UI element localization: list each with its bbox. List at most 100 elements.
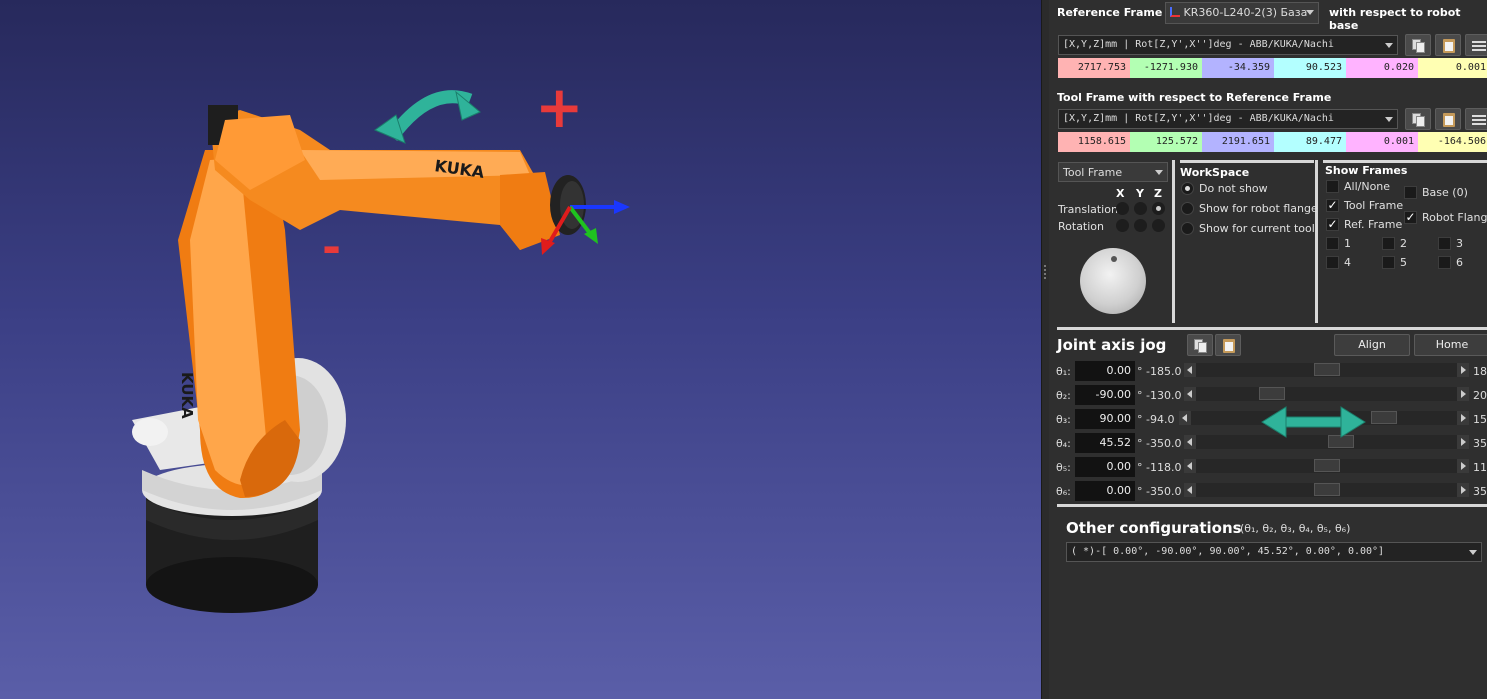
tool-frame-title: Tool Frame with respect to Reference Fra… xyxy=(1057,91,1332,104)
paste-tool-button[interactable] xyxy=(1435,108,1461,130)
jog-dial[interactable] xyxy=(1080,248,1146,314)
slider-right-arrow-icon[interactable] xyxy=(1457,411,1469,425)
rotation-x-radio[interactable] xyxy=(1116,219,1129,232)
tool-y-value[interactable]: 125.572 xyxy=(1130,132,1202,152)
frame-3-checkbox[interactable] xyxy=(1438,237,1451,250)
translation-x-radio[interactable] xyxy=(1116,202,1129,215)
paste-reference-button[interactable] xyxy=(1435,34,1461,56)
tool-rz-value[interactable]: 89.477 xyxy=(1274,132,1346,152)
tool-ry-value[interactable]: 0.001 xyxy=(1346,132,1418,152)
ref-rz-value[interactable]: 90.523 xyxy=(1274,58,1346,78)
workspace-option-label[interactable]: Do not show xyxy=(1199,182,1268,195)
rotation-y-radio[interactable] xyxy=(1134,219,1147,232)
joint-value-input[interactable]: -90.00 xyxy=(1075,385,1135,405)
all-none-label[interactable]: All/None xyxy=(1344,180,1390,193)
tool-z-value[interactable]: 2191.651 xyxy=(1202,132,1274,152)
frame-5-checkbox[interactable] xyxy=(1382,256,1395,269)
slider-left-arrow-icon[interactable] xyxy=(1184,363,1196,377)
frame-axes-icon xyxy=(1170,7,1180,17)
slider-left-arrow-icon[interactable] xyxy=(1184,387,1196,401)
joint-slider-track[interactable] xyxy=(1196,387,1457,401)
rotation-z-radio[interactable] xyxy=(1152,219,1165,232)
align-button[interactable]: Align xyxy=(1334,334,1410,356)
rotation-label: Rotation xyxy=(1058,220,1105,233)
home-button[interactable]: Home xyxy=(1414,334,1487,356)
reference-frame-select[interactable]: KR360-L240-2(3) База xyxy=(1165,2,1319,24)
joint-value-input[interactable]: 90.00 xyxy=(1075,409,1135,429)
paste-joints-button[interactable] xyxy=(1215,334,1241,356)
workspace-option-radio[interactable] xyxy=(1181,202,1194,215)
tool-frame-checkbox[interactable]: ✓ xyxy=(1326,199,1339,212)
slider-left-arrow-icon[interactable] xyxy=(1184,483,1196,497)
copy-joints-button[interactable] xyxy=(1187,334,1213,356)
frame-1-checkbox[interactable] xyxy=(1326,237,1339,250)
frame-2-label[interactable]: 2 xyxy=(1400,237,1407,250)
other-configs-title: Other configurations xyxy=(1066,519,1242,537)
ref-ry-value[interactable]: 0.020 xyxy=(1346,58,1418,78)
workspace-option-label[interactable]: Show for current tool xyxy=(1199,222,1315,235)
joint-min-label: ° -94.0 xyxy=(1137,413,1175,426)
slider-right-arrow-icon[interactable] xyxy=(1457,483,1469,497)
panel-splitter[interactable] xyxy=(1041,0,1049,699)
ref-z-value[interactable]: -34.359 xyxy=(1202,58,1274,78)
joint-value-input[interactable]: 45.52 xyxy=(1075,433,1135,453)
base-frame-label[interactable]: Base (0) xyxy=(1422,186,1468,199)
workspace-option-radio[interactable] xyxy=(1181,182,1194,195)
frame-6-label[interactable]: 6 xyxy=(1456,256,1463,269)
joint-slider-handle[interactable] xyxy=(1259,387,1285,400)
other-configs-select[interactable]: ( *)-[ 0.00°, -90.00°, 90.00°, 45.52°, 0… xyxy=(1066,542,1482,562)
robot-flange-checkbox[interactable]: ✓ xyxy=(1404,211,1417,224)
slider-right-arrow-icon[interactable] xyxy=(1457,435,1469,449)
workspace-option-radio[interactable] xyxy=(1181,222,1194,235)
menu-icon xyxy=(1472,41,1486,43)
all-none-checkbox[interactable] xyxy=(1326,180,1339,193)
joint-value-input[interactable]: 0.00 xyxy=(1075,361,1135,381)
reference-menu-button[interactable] xyxy=(1465,34,1487,56)
copy-reference-button[interactable] xyxy=(1405,34,1431,56)
joint-slider-handle[interactable] xyxy=(1371,411,1397,424)
tool-frame-label[interactable]: Tool Frame xyxy=(1344,199,1403,212)
joint-slider-handle[interactable] xyxy=(1314,363,1340,376)
robot-flange-label[interactable]: Robot Flange xyxy=(1422,211,1487,224)
slider-right-arrow-icon[interactable] xyxy=(1457,363,1469,377)
frame-2-checkbox[interactable] xyxy=(1382,237,1395,250)
joint-value-input[interactable]: 0.00 xyxy=(1075,457,1135,477)
3d-viewport[interactable]: KUKA KUKA + - xyxy=(0,0,1041,699)
slider-left-arrow-icon[interactable] xyxy=(1184,435,1196,449)
tool-format-select[interactable]: [X,Y,Z]mm | Rot[Z,Y',X'']deg - ABB/KUKA/… xyxy=(1058,109,1398,129)
joint-value-input[interactable]: 0.00 xyxy=(1075,481,1135,501)
base-frame-checkbox[interactable] xyxy=(1404,186,1417,199)
jog-frame-select[interactable]: Tool Frame xyxy=(1058,162,1168,182)
joint-slider-handle[interactable] xyxy=(1314,459,1340,472)
reference-format-select[interactable]: [X,Y,Z]mm | Rot[Z,Y',X'']deg - ABB/KUKA/… xyxy=(1058,35,1398,55)
joint-slider-handle[interactable] xyxy=(1314,483,1340,496)
slider-right-arrow-icon[interactable] xyxy=(1457,459,1469,473)
tool-rx-value[interactable]: -164.506 xyxy=(1418,132,1487,152)
paste-icon xyxy=(1223,339,1235,353)
translation-y-radio[interactable] xyxy=(1134,202,1147,215)
frame-4-checkbox[interactable] xyxy=(1326,256,1339,269)
frame-5-label[interactable]: 5 xyxy=(1400,256,1407,269)
frame-3-label[interactable]: 3 xyxy=(1456,237,1463,250)
ref-rx-value[interactable]: 0.001 xyxy=(1418,58,1487,78)
frame-6-checkbox[interactable] xyxy=(1438,256,1451,269)
workspace-option-label[interactable]: Show for robot flange xyxy=(1199,202,1318,215)
frame-1-label[interactable]: 1 xyxy=(1344,237,1351,250)
tool-x-value[interactable]: 1158.615 xyxy=(1058,132,1130,152)
ref-frame-checkbox[interactable]: ✓ xyxy=(1326,218,1339,231)
splitter-grip[interactable] xyxy=(1044,265,1046,279)
slider-left-arrow-icon[interactable] xyxy=(1179,411,1191,425)
copy-tool-button[interactable] xyxy=(1405,108,1431,130)
joint-label: θ₅: xyxy=(1056,461,1071,474)
frame-4-label[interactable]: 4 xyxy=(1344,256,1351,269)
ref-y-value[interactable]: -1271.930 xyxy=(1130,58,1202,78)
joint-label: θ₄: xyxy=(1056,437,1071,450)
ref-frame-label[interactable]: Ref. Frame xyxy=(1344,218,1402,231)
slider-left-arrow-icon[interactable] xyxy=(1184,459,1196,473)
tool-menu-button[interactable] xyxy=(1465,108,1487,130)
ref-x-value[interactable]: 2717.753 xyxy=(1058,58,1130,78)
joint-max-label: 350. xyxy=(1473,437,1487,450)
jog-panel: Reference Frame KR360-L240-2(3) База wit… xyxy=(1049,0,1487,699)
translation-z-radio[interactable] xyxy=(1152,202,1165,215)
slider-right-arrow-icon[interactable] xyxy=(1457,387,1469,401)
